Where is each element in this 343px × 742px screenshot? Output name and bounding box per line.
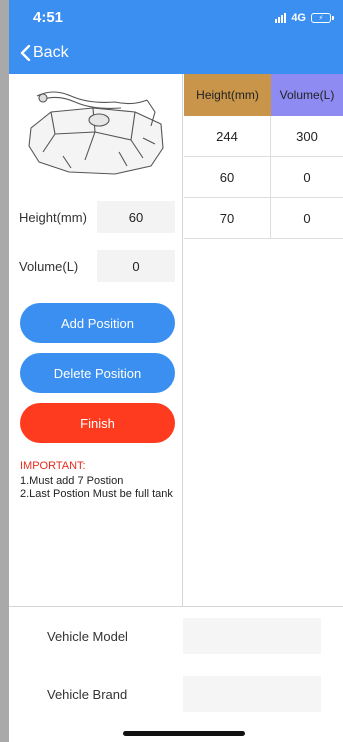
vehicle-model-input[interactable] [183,618,321,654]
table-row[interactable]: 70 0 [184,198,343,239]
signal-icon [275,13,287,23]
network-type: 4G [291,12,306,24]
cell-volume: 0 [303,210,311,226]
back-label: Back [33,44,69,61]
important-line-1: 1.Must add 7 Postion [20,475,124,487]
cell-height: 244 [184,116,271,156]
header-bar: 4:51 4G ⚡ Back [9,0,343,74]
table-row[interactable]: 60 0 [184,157,343,198]
important-line-2: 2.Last Postion Must be full tank [20,488,173,500]
chevron-left-icon [20,45,31,61]
volume-row: Volume(L) 0 [19,249,179,283]
left-panel: Height(mm) 60 Volume(L) 0 Add Position D… [9,74,183,606]
fuel-tank-icon [28,91,164,175]
home-indicator[interactable] [123,731,245,736]
column-header-height: Height(mm) [184,74,271,116]
status-indicators: 4G ⚡ [275,12,334,24]
add-position-button[interactable]: Add Position [20,303,175,343]
status-time: 4:51 [33,9,64,26]
height-row: Height(mm) 60 [19,200,179,234]
delete-position-button[interactable]: Delete Position [20,353,175,393]
app-screen: 4:51 4G ⚡ Back Height(mm) 60 Volume(L) 0… [9,0,343,742]
height-input[interactable]: 60 [97,201,175,233]
position-table: Height(mm) Volume(L) 244 300 60 0 70 0 [184,74,343,239]
column-header-volume: Volume(L) [271,74,343,116]
vehicle-model-row: Vehicle Model [9,618,343,654]
battery-charging-icon: ⚡ [311,13,334,23]
vehicle-model-label: Vehicle Model [47,628,128,644]
volume-label: Volume(L) [19,258,79,274]
left-rail [0,0,9,742]
table-header: Height(mm) Volume(L) [184,74,343,116]
table-row[interactable]: 244 300 [184,116,343,157]
volume-input[interactable]: 0 [97,250,175,282]
height-label: Height(mm) [19,209,87,225]
important-note: IMPORTANT: 1.Must add 7 Postion 2.Last P… [20,460,178,501]
vehicle-brand-label: Vehicle Brand [47,686,128,702]
cell-volume: 300 [296,128,318,144]
cell-volume: 0 [303,169,311,185]
back-button[interactable]: Back [19,44,69,62]
important-title: IMPORTANT: [20,460,86,472]
vehicle-brand-row: Vehicle Brand [9,676,343,712]
divider [9,606,343,607]
vehicle-brand-input[interactable] [183,676,321,712]
cell-height: 70 [184,198,271,238]
finish-button[interactable]: Finish [20,403,175,443]
cell-height: 60 [184,157,271,197]
